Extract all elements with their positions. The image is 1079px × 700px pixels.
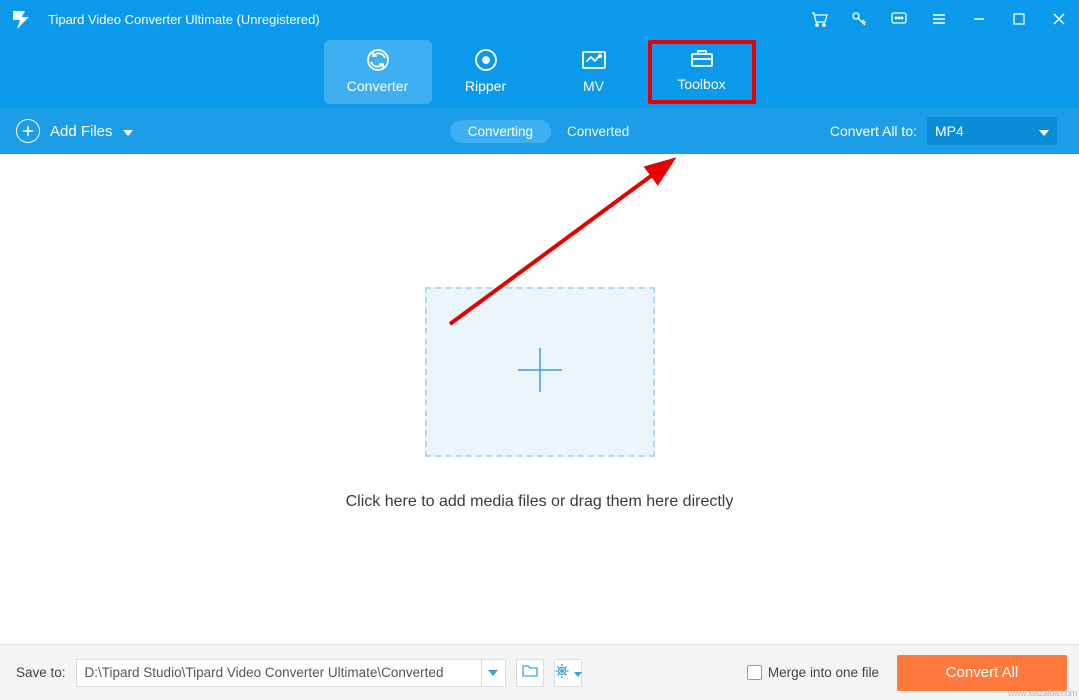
convert-all-label: Convert All (946, 664, 1019, 681)
title-right-controls (809, 9, 1069, 29)
gear-icon (554, 662, 572, 683)
save-to-label: Save to: (16, 665, 66, 680)
settings-button[interactable] (554, 659, 582, 687)
nav-converter[interactable]: Converter (324, 40, 432, 104)
bottom-bar: Save to: D:\Tipard Studio\Tipard Video C… (0, 644, 1079, 700)
nav-toolbox[interactable]: Toolbox (648, 40, 756, 104)
converter-icon (364, 46, 392, 74)
save-path-dropdown[interactable] (481, 659, 505, 687)
mv-icon (580, 46, 608, 74)
convert-all-button[interactable]: Convert All (897, 655, 1067, 691)
app-logo-icon (8, 6, 34, 32)
convert-all-to-label: Convert All to: (830, 123, 917, 139)
toolbox-icon (688, 44, 716, 72)
cart-icon[interactable] (809, 9, 829, 29)
bottom-right: Merge into one file Convert All (747, 655, 1067, 691)
plus-circle-icon (16, 119, 40, 143)
nav-mv-label: MV (583, 78, 604, 94)
ripper-icon (472, 46, 500, 74)
chevron-down-icon (123, 123, 133, 140)
tab-converted[interactable]: Converted (567, 124, 629, 139)
folder-icon (521, 663, 539, 682)
save-path-field: D:\Tipard Studio\Tipard Video Converter … (76, 659, 506, 687)
bottom-left: Save to: D:\Tipard Studio\Tipard Video C… (16, 659, 582, 687)
title-bar: Tipard Video Converter Ultimate (Unregis… (0, 0, 1079, 38)
save-path-text: D:\Tipard Studio\Tipard Video Converter … (77, 665, 481, 680)
tab-converting[interactable]: Converting (450, 120, 551, 143)
main-nav: Converter Ripper MV Toolbox (0, 38, 1079, 108)
nav-converter-label: Converter (347, 78, 408, 94)
feedback-icon[interactable] (889, 9, 909, 29)
minimize-button[interactable] (969, 9, 989, 29)
close-button[interactable] (1049, 9, 1069, 29)
conversion-tab-switch: Converting Converted (450, 120, 630, 143)
sub-toolbar: Add Files Converting Converted Convert A… (0, 108, 1079, 154)
app-title: Tipard Video Converter Ultimate (Unregis… (48, 12, 320, 27)
nav-ripper-label: Ripper (465, 78, 506, 94)
tab-converting-label: Converting (468, 124, 533, 139)
menu-icon[interactable] (929, 9, 949, 29)
output-format-dropdown[interactable]: MP4 (927, 117, 1057, 145)
chevron-down-icon (574, 665, 582, 680)
selected-format: MP4 (935, 123, 964, 139)
watermark: www.xiazaiba.com (1008, 688, 1077, 698)
merge-checkbox[interactable]: Merge into one file (747, 665, 879, 680)
title-left: Tipard Video Converter Ultimate (Unregis… (8, 6, 320, 32)
chevron-down-icon (1039, 123, 1049, 139)
nav-toolbox-label: Toolbox (677, 76, 725, 92)
convert-all-to-section: Convert All to: MP4 (830, 117, 1057, 145)
nav-ripper[interactable]: Ripper (432, 40, 540, 104)
add-files-button[interactable]: Add Files (16, 119, 133, 143)
merge-label: Merge into one file (768, 665, 879, 680)
maximize-button[interactable] (1009, 9, 1029, 29)
plus-icon (512, 342, 568, 403)
main-canvas[interactable]: Click here to add media files or drag th… (0, 154, 1079, 644)
add-files-label: Add Files (50, 123, 113, 140)
checkbox-icon (747, 665, 762, 680)
register-key-icon[interactable] (849, 9, 869, 29)
tab-converted-label: Converted (567, 124, 629, 139)
drop-zone[interactable] (425, 287, 655, 457)
open-folder-button[interactable] (516, 659, 544, 687)
nav-mv[interactable]: MV (540, 40, 648, 104)
drop-instruction: Click here to add media files or drag th… (346, 493, 734, 511)
